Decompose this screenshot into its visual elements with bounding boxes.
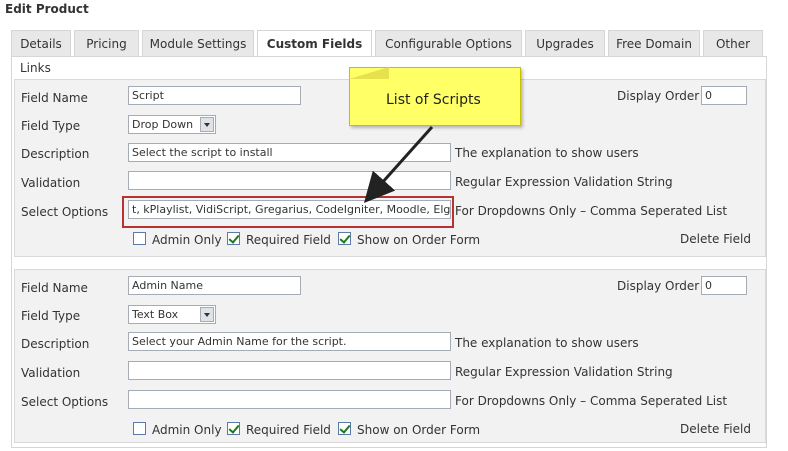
callout-arrow-icon (363, 125, 434, 203)
